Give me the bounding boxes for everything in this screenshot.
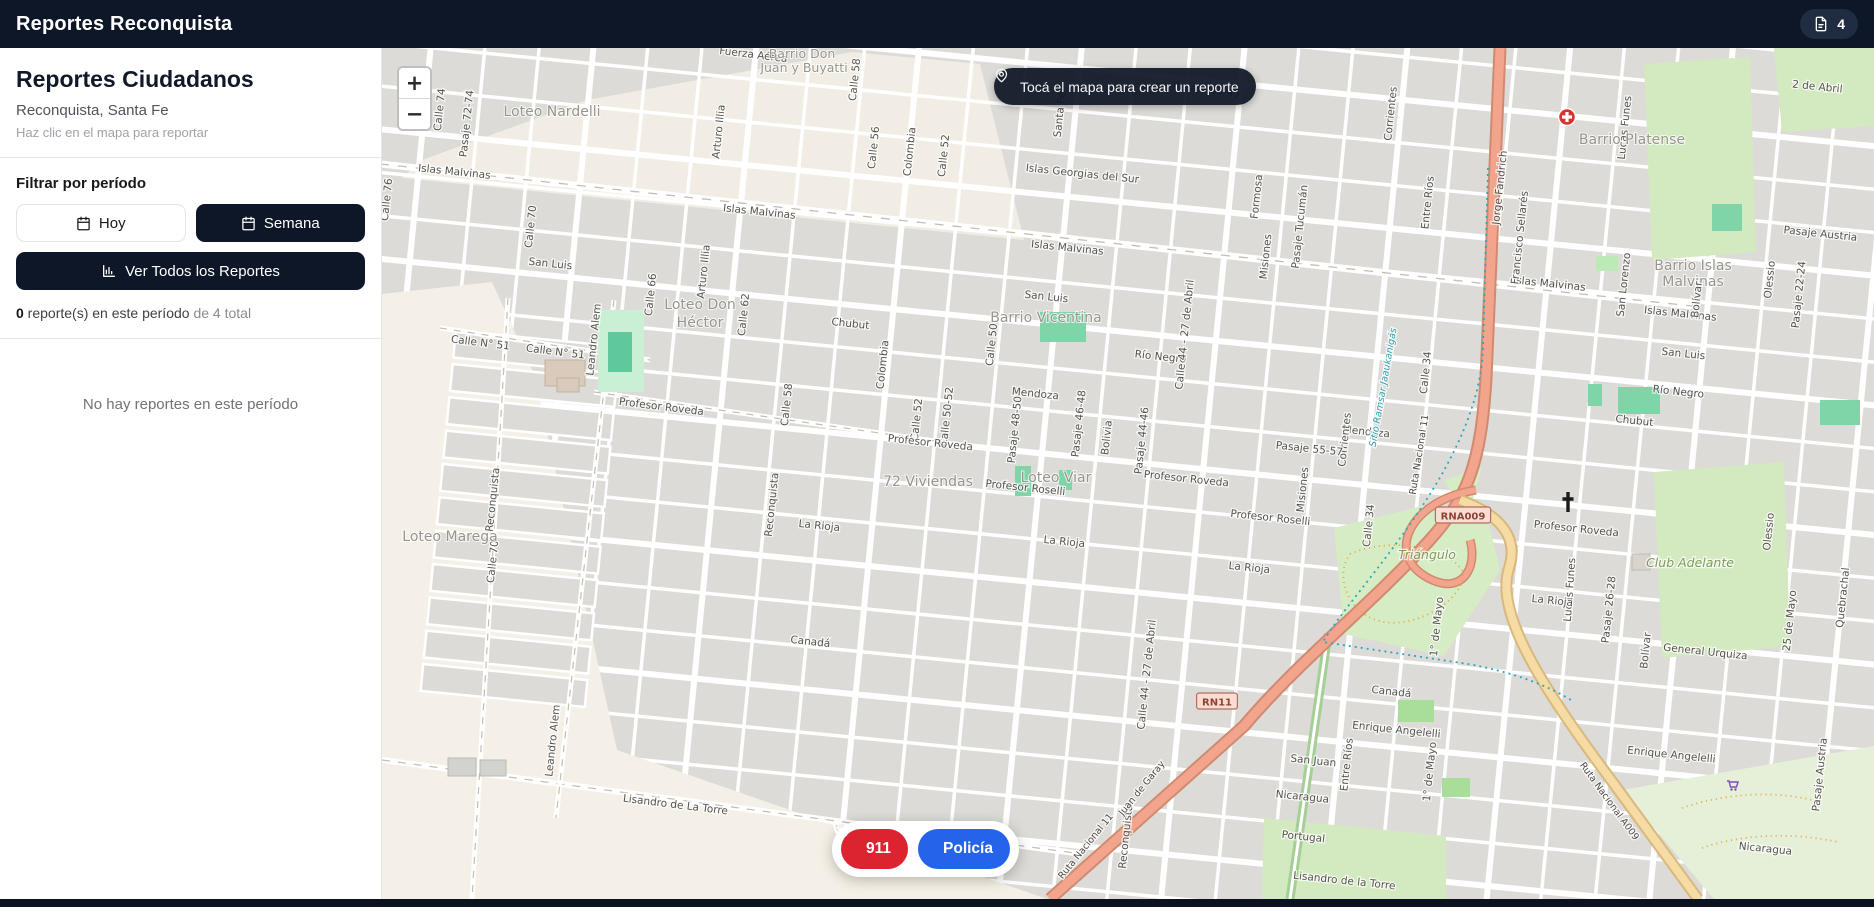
map-tooltip-text: Tocá el mapa para crear un reporte	[1020, 79, 1239, 95]
divider	[0, 157, 381, 158]
call-911-label: 911	[866, 840, 891, 858]
svg-text:RN11: RN11	[1202, 698, 1232, 709]
period-filter-group: Hoy Semana	[16, 204, 365, 242]
road-badge: RNA009	[1435, 507, 1490, 523]
report-count: 4	[1837, 16, 1845, 32]
svg-text:RNA009: RNA009	[1441, 512, 1486, 523]
calendar-icon	[76, 216, 91, 231]
hospital-marker	[1559, 109, 1576, 126]
zoom-control: + −	[397, 66, 432, 131]
file-text-icon	[1813, 16, 1829, 32]
filter-today-button[interactable]: Hoy	[16, 204, 186, 242]
view-all-reports-label: Ver Todos los Reportes	[125, 263, 280, 280]
map-place-label: Barrio Platense	[1579, 132, 1685, 148]
period-count: 0	[16, 305, 24, 321]
map[interactable]: RNA009RN11 Fuerza AéreaBarrio DonJuan y …	[382, 48, 1874, 899]
filter-today-label: Hoy	[99, 215, 126, 232]
report-count-line: 0 reporte(s) en este período de 4 total	[16, 305, 365, 321]
map-place-label: Loteo Viar	[1021, 470, 1092, 486]
empty-state-message: No hay reportes en este período	[16, 396, 365, 413]
map-hint-text: Haz clic en el mapa para reportar	[16, 125, 365, 140]
map-place-label: Loteo Nardelli	[504, 104, 601, 120]
map-park-label: Club Adelante	[1646, 555, 1734, 570]
police-label: Policía	[943, 840, 993, 858]
police-button[interactable]: Policía	[918, 829, 1010, 869]
bar-chart-icon	[101, 263, 117, 279]
map-tooltip: Tocá el mapa para crear un reporte	[994, 68, 1256, 105]
calendar-icon	[241, 216, 256, 231]
road-badge: RN11	[1197, 693, 1238, 709]
period-count-label: reporte(s) en este período	[24, 305, 194, 321]
zoom-in-button[interactable]: +	[399, 68, 430, 99]
total-count-label: de 4 total	[193, 305, 251, 321]
divider	[0, 338, 381, 339]
top-bar: Reportes Reconquista 4	[0, 0, 1874, 48]
call-911-button[interactable]: 911	[841, 829, 908, 869]
map-place-label: Héctor	[677, 315, 724, 331]
map-place-label: 72 Viviendas	[883, 474, 973, 490]
zoom-out-button[interactable]: −	[399, 99, 430, 129]
map-canvas[interactable]: RNA009RN11 Fuerza AéreaBarrio DonJuan y …	[382, 48, 1874, 899]
filter-label: Filtrar por período	[16, 175, 365, 192]
map-park-label: Triángulo	[1398, 547, 1456, 562]
filter-week-label: Semana	[264, 215, 320, 232]
map-place-label: Loteo Don	[664, 297, 735, 313]
sidebar: Reportes Ciudadanos Reconquista, Santa F…	[0, 48, 382, 899]
view-all-reports-button[interactable]: Ver Todos los Reportes	[16, 252, 365, 290]
report-count-badge[interactable]: 4	[1800, 9, 1858, 39]
map-place-label: Barrio Islas	[1654, 258, 1732, 274]
filter-week-button[interactable]: Semana	[196, 204, 366, 242]
map-place-label: Juan y Buyatti	[759, 60, 847, 75]
app-title: Reportes Reconquista	[16, 13, 232, 36]
location-subtitle: Reconquista, Santa Fe	[16, 102, 365, 119]
map-place-label: Barrio Vicentina	[990, 310, 1102, 326]
bottom-strip	[0, 899, 1874, 907]
page-title: Reportes Ciudadanos	[16, 66, 365, 93]
emergency-bar: 911 Policía	[832, 821, 1019, 877]
